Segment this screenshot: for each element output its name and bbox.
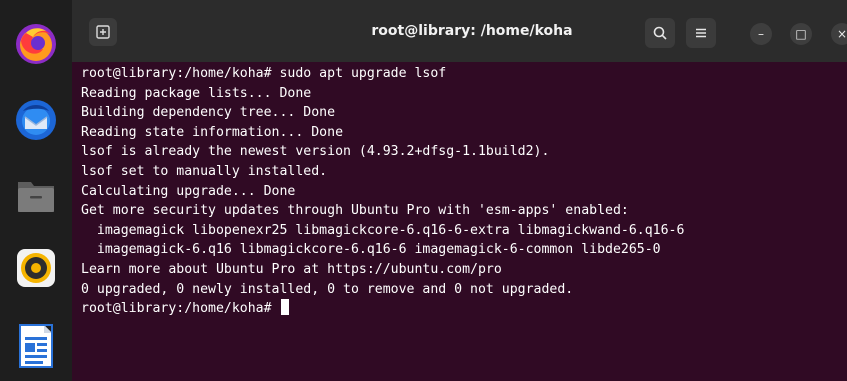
maximize-button[interactable]: □ [790,23,812,45]
terminal-window: root@library: /home/koha – □ × root@libr… [72,0,847,381]
dock [0,0,72,381]
terminal-line: lsof set to manually installed. [81,163,328,179]
menu-button[interactable] [686,18,716,48]
terminal-line: Learn more about Ubuntu Pro at https://u… [81,261,502,277]
new-tab-icon [96,25,110,39]
rhythmbox-icon[interactable] [12,244,60,292]
terminal-line: Reading state information... Done [81,124,344,140]
terminal-line: Building dependency tree... Done [81,105,336,121]
hamburger-menu-icon [696,28,706,38]
window-titlebar[interactable]: root@library: /home/koha – □ × [72,0,847,62]
thunderbird-icon[interactable] [12,96,60,144]
search-icon [653,26,667,40]
terminal-line: imagemagick libopenexr25 libmagickcore-6… [81,222,685,238]
terminal-line: imagemagick-6.q16 libmagickcore-6.q16-6 … [81,242,661,258]
text-cursor [280,299,289,316]
terminal-line: Get more security updates through Ubuntu… [81,203,629,219]
close-button[interactable]: × [831,23,847,45]
minimize-button[interactable]: – [750,23,772,45]
terminal-line: lsof is already the newest version (4.93… [81,144,550,160]
libreoffice-writer-icon[interactable] [12,322,60,370]
terminal-line: Calculating upgrade... Done [81,183,296,199]
terminal-output[interactable]: root@library:/home/koha# sudo apt upgrad… [72,62,847,381]
terminal-prompt-line[interactable]: root@library:/home/koha# [81,299,684,319]
terminal-prompt: root@library:/home/koha# [81,301,280,317]
terminal-line: 0 upgraded, 0 newly installed, 0 to remo… [81,281,574,297]
firefox-icon[interactable] [12,20,60,68]
new-tab-button[interactable] [89,18,117,46]
search-button[interactable] [645,18,675,48]
terminal-line: root@library:/home/koha# sudo apt upgrad… [81,66,447,81]
terminal-line: Reading package lists... Done [81,85,312,101]
files-icon[interactable] [12,172,60,220]
terminal-lines: root@library:/home/koha# sudo apt upgrad… [81,64,684,319]
window-title: root@library: /home/koha [371,23,573,39]
